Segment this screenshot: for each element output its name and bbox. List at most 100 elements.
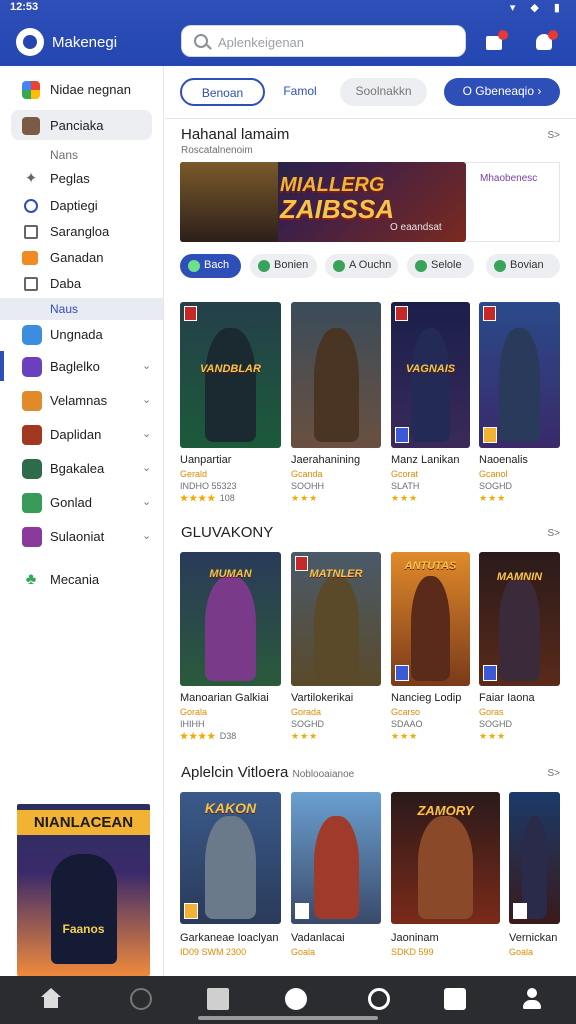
filter-chip-1[interactable]: Bonien	[250, 254, 317, 278]
banner-art	[180, 162, 278, 242]
search-input[interactable]	[218, 31, 458, 53]
search-box[interactable]	[181, 25, 466, 57]
filter-icon	[415, 260, 427, 272]
sidebar-game-3[interactable]: Daplidan ⌄	[0, 423, 164, 447]
sidebar-account[interactable]: Nidae negnan	[0, 78, 164, 102]
rating-stars: ★★★	[479, 731, 507, 741]
game-title: Vartilokerikai	[291, 692, 354, 704]
game-meta: SLATH	[391, 481, 420, 491]
kids-icon[interactable]	[444, 988, 466, 1010]
game-meta: SOGHD	[479, 719, 513, 729]
books-icon[interactable]	[368, 988, 390, 1010]
status-bar: 12:53 ▾ ◆ ▮	[0, 0, 576, 16]
sidebar-item-1[interactable]: Daptiegi	[0, 194, 164, 218]
see-all-link[interactable]: S>	[547, 130, 560, 141]
filter-icon	[188, 260, 200, 272]
game-art	[291, 792, 381, 924]
filter-chip-4[interactable]: Bovian	[486, 254, 560, 278]
chevron-down-icon: ⌄	[142, 428, 152, 440]
sidebar-item-label: Ungnada	[50, 327, 103, 342]
sidebar-item-2[interactable]: Sarangloa	[0, 220, 164, 244]
filter-icon	[494, 260, 506, 272]
apps-icon[interactable]	[207, 988, 229, 1010]
game-developer: Gcorat	[391, 469, 419, 479]
game-meta: INDHO 55323	[180, 481, 237, 491]
game-icon	[22, 527, 42, 547]
chip-0[interactable]: Benoan	[180, 78, 265, 106]
game-icon	[22, 357, 42, 377]
game-developer: Gcanda	[291, 469, 323, 479]
game-title: Jaerahanining	[291, 454, 361, 466]
game-icon	[22, 325, 42, 345]
sidebar-item-label: Daptiegi	[50, 198, 98, 213]
sidebar-section-label: Naus	[50, 302, 79, 316]
chip-label: O Gbeneaqio	[462, 84, 535, 98]
game-meta: SDAAO	[391, 719, 423, 729]
meta-b: 599	[418, 947, 434, 957]
banner-subtitle: O eaandsat	[390, 222, 442, 233]
section-title-text: Aplelcin Vitloera	[181, 764, 289, 781]
filter-chip-0[interactable]: Bach	[180, 254, 241, 278]
game-title: Garkaneae Ioaclyan	[180, 932, 279, 944]
sidebar-item-0[interactable]: ✦ Peglas	[0, 167, 164, 191]
game-icon	[22, 493, 42, 513]
chip-3[interactable]: O Gbeneaqio ›	[444, 78, 560, 106]
sidebar-item-selected[interactable]: Panciaka	[0, 110, 164, 140]
filter-icon	[258, 260, 270, 272]
game-meta: Goala	[509, 947, 534, 957]
filter-chip-3[interactable]: Selole	[407, 254, 474, 278]
app-bar: 12:53 ▾ ◆ ▮ Makenegi	[0, 0, 576, 66]
rating-stars: ★★★	[291, 493, 319, 503]
movies-icon[interactable]	[285, 988, 307, 1010]
filter-chip-2[interactable]: A Ouchn	[325, 254, 398, 278]
game-art: MUMAN	[180, 552, 281, 686]
rating-stars: ★★★★ D38	[180, 731, 236, 742]
see-all-link[interactable]: S>	[547, 768, 560, 779]
game-title: Naoenalis	[479, 454, 528, 466]
sidebar-game-6[interactable]: Sulaoniat ⌄	[0, 525, 164, 549]
filter-label: A Ouchn	[349, 259, 392, 271]
sidebar-item-label: Baglelko	[50, 359, 100, 374]
game-icon	[22, 425, 42, 445]
game-art	[479, 302, 560, 448]
sidebar-game-5[interactable]: Gonlad ⌄	[0, 491, 164, 515]
banner-title-2: ZAIBSSA	[280, 194, 395, 224]
game-title: Manz Lanikan	[391, 454, 460, 466]
app-title: Makenegi	[52, 34, 118, 51]
game-logo: VAGNAIS	[405, 363, 456, 376]
banner-side-panel[interactable]: Mhaobenesc	[466, 162, 560, 242]
chip-1[interactable]: Famol	[275, 78, 325, 106]
sidebar-game-1[interactable]: Baglelko ⌄	[0, 351, 164, 381]
notifications-icon[interactable]	[534, 30, 558, 54]
sidebar-game-0[interactable]: Ungnada	[0, 323, 164, 347]
game-art: VANDBLAR	[180, 302, 281, 448]
chevron-down-icon: ⌄	[142, 360, 152, 372]
sidebar-item-label: Sulaoniat	[50, 529, 105, 544]
profile-icon[interactable]	[521, 988, 543, 1010]
gesture-bar[interactable]	[198, 1016, 378, 1020]
game-title: Nancieg Lodip	[391, 692, 462, 704]
sidebar-item-4[interactable]: Daba	[0, 272, 164, 296]
filter-icon	[333, 260, 345, 272]
game-developer: Goras	[479, 707, 504, 717]
chevron-down-icon: ⌄	[142, 530, 152, 542]
app-logo-icon[interactable]	[16, 28, 44, 56]
sidebar-item-label: Nidae negnan	[50, 82, 131, 97]
promo-card[interactable]: NIANLACEAN Faanos	[17, 804, 150, 976]
see-all-link[interactable]: S>	[547, 528, 560, 539]
sidebar-item-label: Peglas	[50, 171, 90, 186]
game-art: MAMNIN	[479, 552, 560, 686]
section-title: GLUVAKONY	[181, 524, 274, 541]
sidebar-section-news[interactable]: Naus	[0, 298, 163, 320]
rating-stars: ★★★	[479, 493, 507, 503]
sidebar-item-3[interactable]: Ganadan	[0, 246, 164, 270]
chip-2[interactable]: Soolnakkn	[340, 78, 427, 106]
shopping-bag-icon[interactable]	[484, 30, 508, 54]
sidebar-item-last[interactable]: ♣ Mecania	[0, 568, 164, 592]
home-icon[interactable]	[40, 988, 62, 1010]
sidebar-game-2[interactable]: Velamnas ⌄	[0, 389, 164, 413]
sidebar-game-4[interactable]: Bgakalea ⌄	[0, 457, 164, 481]
game-title: Manoarian Galkiai	[180, 692, 269, 704]
games-icon[interactable]	[130, 988, 152, 1010]
featured-banner[interactable]: MIALLERG ZAIBSSA O eaandsat	[180, 162, 466, 242]
